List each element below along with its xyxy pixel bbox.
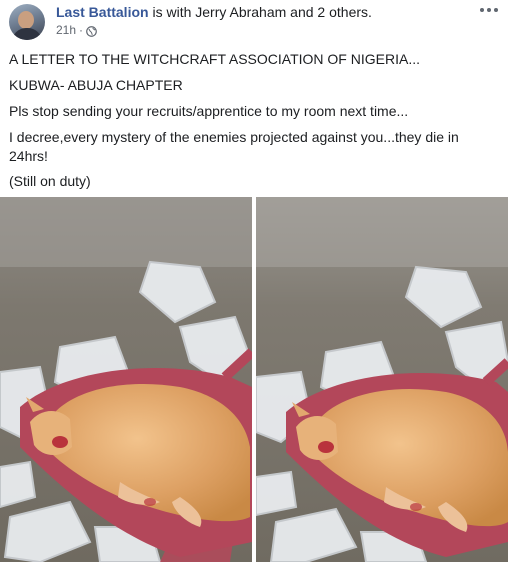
tagged-people-text[interactable]: is with Jerry Abraham and 2 others.	[152, 4, 371, 20]
globe-icon[interactable]	[86, 25, 97, 37]
author-line: Last Battalion is with Jerry Abraham and…	[56, 3, 372, 21]
author-name-link[interactable]: Last Battalion	[56, 4, 149, 20]
avatar-shirt	[12, 28, 42, 40]
photo-grid	[0, 197, 508, 562]
post-line-1: A LETTER TO THE WITCHCRAFT ASSOCIATION O…	[9, 51, 420, 67]
post-timestamp[interactable]: 21h	[56, 22, 76, 38]
post-line-2: KUBWA- ABUJA CHAPTER	[9, 77, 183, 93]
more-options-icon[interactable]	[478, 2, 500, 18]
post-line-4: I decree,every mystery of the enemies pr…	[9, 129, 459, 164]
meta-separator: ·	[79, 23, 84, 37]
post-meta: 21h ·	[56, 22, 97, 38]
facebook-post: Last Battalion is with Jerry Abraham and…	[0, 0, 508, 562]
post-line-5: (Still on duty)	[9, 173, 91, 189]
avatar-face	[18, 11, 34, 29]
post-photo-1[interactable]	[0, 197, 252, 562]
post-header: Last Battalion is with Jerry Abraham and…	[0, 0, 508, 44]
post-line-3: Pls stop sending your recruits/apprentic…	[9, 103, 409, 119]
post-photo-2[interactable]	[256, 197, 508, 562]
author-avatar[interactable]	[9, 4, 45, 40]
